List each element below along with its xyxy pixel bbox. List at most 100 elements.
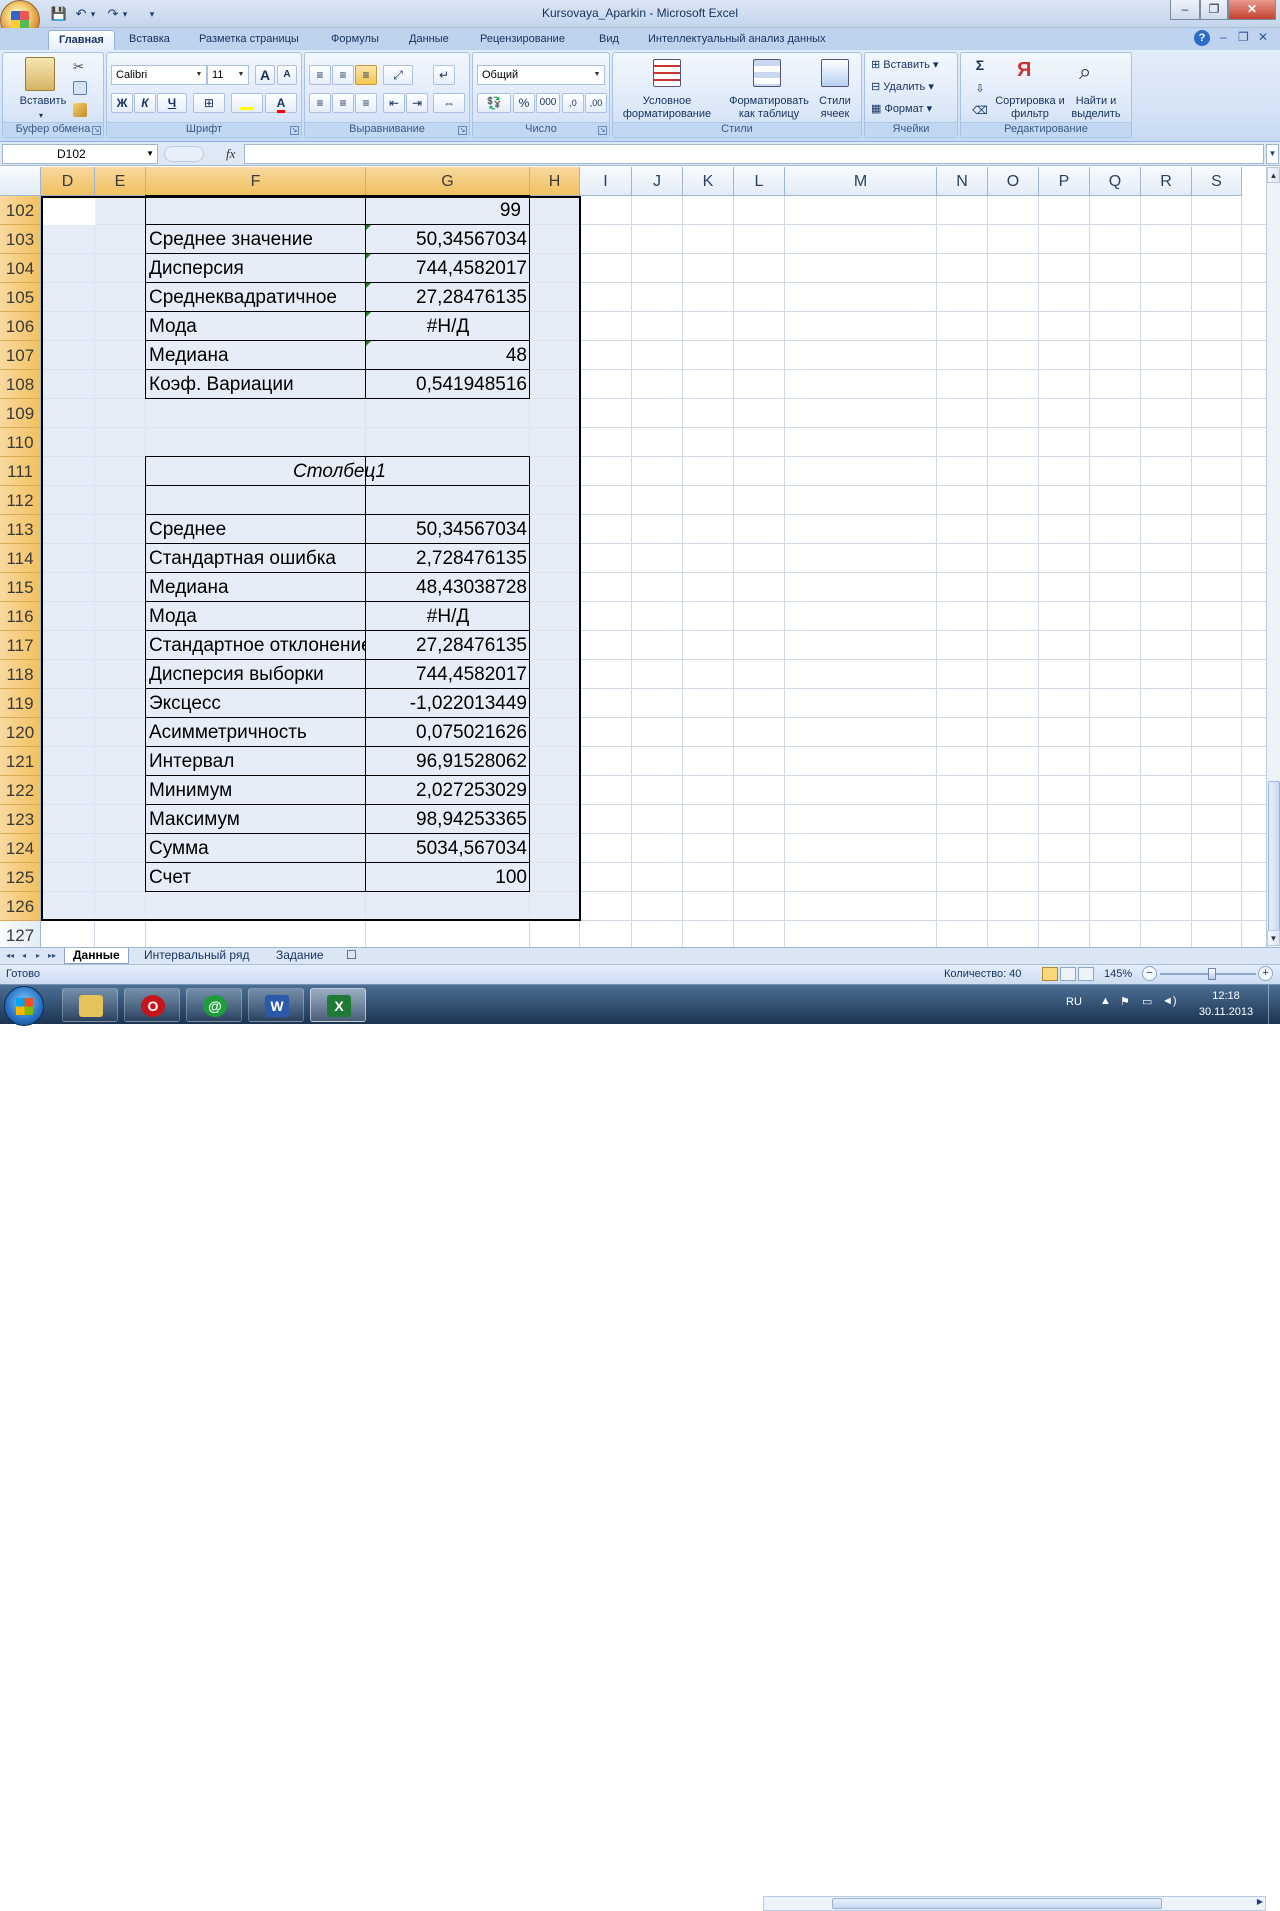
paste-button[interactable]: Вставить: [9, 95, 77, 108]
column-header-s[interactable]: S: [1192, 167, 1242, 196]
zoom-slider-thumb[interactable]: [1208, 968, 1216, 980]
column-header-f[interactable]: F: [146, 167, 366, 196]
horizontal-scrollbar[interactable]: ▶: [763, 1896, 1266, 1911]
clipboard-launcher-icon[interactable]: ↘: [92, 126, 101, 135]
last-sheet-icon[interactable]: ▸▸: [46, 949, 58, 963]
flag-icon[interactable]: ⚑: [1120, 995, 1130, 1008]
row-header-103[interactable]: 103: [0, 225, 41, 254]
tray-arrow-icon[interactable]: ▲: [1100, 995, 1111, 1007]
row-header-123[interactable]: 123: [0, 805, 41, 834]
normal-view-icon[interactable]: [1042, 967, 1058, 981]
tab-formulas[interactable]: Формулы: [320, 30, 390, 50]
column-header-n[interactable]: N: [937, 167, 988, 196]
clear-button[interactable]: ⌫: [967, 105, 993, 118]
page-layout-view-icon[interactable]: [1060, 967, 1076, 981]
format-painter-icon[interactable]: [73, 103, 87, 117]
increase-indent-button[interactable]: ⇥: [406, 93, 428, 113]
clock-date[interactable]: 30.11.2013: [1192, 1006, 1260, 1018]
row-header-116[interactable]: 116: [0, 602, 41, 631]
grow-font-button[interactable]: A: [255, 65, 275, 85]
number-launcher-icon[interactable]: ↘: [598, 126, 607, 135]
insert-sheet-icon[interactable]: ☐: [338, 948, 362, 964]
decrease-decimal-button[interactable]: ,00: [585, 93, 607, 113]
column-header-d[interactable]: D: [41, 167, 95, 196]
column-header-m[interactable]: M: [785, 167, 937, 196]
wrap-text-button[interactable]: ↵: [433, 65, 455, 85]
font-launcher-icon[interactable]: ↘: [290, 126, 299, 135]
word-taskbar-button[interactable]: W: [248, 988, 304, 1022]
expand-formula-bar-button[interactable]: ▼: [1266, 144, 1279, 164]
find-select-button[interactable]: Найти и выделить: [1065, 95, 1127, 121]
column-header-l[interactable]: L: [734, 167, 785, 196]
column-header-h[interactable]: H: [530, 167, 580, 196]
autosum-button[interactable]: Σ: [967, 58, 993, 72]
conditional-formatting-button[interactable]: Условное форматирование: [615, 95, 719, 121]
align-middle-button[interactable]: ≡: [332, 65, 354, 85]
italic-button[interactable]: К: [134, 93, 156, 113]
name-box[interactable]: D102 ▼: [2, 144, 158, 164]
row-header-108[interactable]: 108: [0, 370, 41, 399]
underline-button[interactable]: Ч: [157, 93, 187, 113]
row-header-112[interactable]: 112: [0, 486, 41, 515]
align-center-button[interactable]: ≡: [332, 93, 354, 113]
font-color-button[interactable]: A: [265, 93, 297, 113]
window-close-button[interactable]: ✕: [1228, 0, 1276, 20]
format-as-table-button[interactable]: Форматировать как таблицу: [721, 95, 817, 121]
font-name-select[interactable]: Calibri ▼: [111, 65, 207, 85]
row-header-102[interactable]: 102: [0, 196, 41, 225]
row-header-111[interactable]: 111: [0, 457, 41, 486]
sheet-tab-task[interactable]: Задание: [268, 948, 332, 964]
scroll-down-arrow-icon[interactable]: ▼: [1267, 930, 1280, 946]
volume-icon[interactable]: ◄): [1162, 995, 1177, 1007]
mail-agent-taskbar-button[interactable]: @: [186, 988, 242, 1022]
align-top-button[interactable]: ≡: [309, 65, 331, 85]
tab-view[interactable]: Вид: [588, 30, 630, 50]
delete-cells-button[interactable]: ⊟ Удалить ▾: [871, 81, 955, 94]
customize-qat-button[interactable]: ▾: [146, 5, 158, 23]
ribbon-restore-button[interactable]: ❐: [1238, 30, 1249, 44]
tab-page-layout[interactable]: Разметка страницы: [188, 30, 310, 50]
column-header-p[interactable]: P: [1039, 167, 1090, 196]
tab-review[interactable]: Рецензирование: [469, 30, 576, 50]
fill-color-button[interactable]: [231, 93, 263, 113]
column-header-j[interactable]: J: [632, 167, 683, 196]
row-header-126[interactable]: 126: [0, 892, 41, 921]
alignment-launcher-icon[interactable]: ↘: [458, 126, 467, 135]
column-header-g[interactable]: G: [366, 167, 530, 196]
row-header-121[interactable]: 121: [0, 747, 41, 776]
show-desktop-button[interactable]: [1268, 985, 1280, 1025]
copy-icon[interactable]: [73, 81, 87, 95]
row-header-114[interactable]: 114: [0, 544, 41, 573]
fill-button[interactable]: ⇩: [967, 83, 993, 96]
borders-button[interactable]: ⊞: [193, 93, 225, 113]
row-header-110[interactable]: 110: [0, 428, 41, 457]
column-header-i[interactable]: I: [580, 167, 632, 196]
insert-cells-button[interactable]: ⊞ Вставить ▾: [871, 59, 955, 72]
worksheet-grid[interactable]: DEFGHIJKLMNOPQRS 102 103 104 105 106 107 108 10…: [0, 167, 1266, 947]
bold-button[interactable]: Ж: [111, 93, 133, 113]
row-header-127[interactable]: 127: [0, 921, 41, 947]
ribbon-close-button[interactable]: ✕: [1258, 30, 1268, 44]
ribbon-minimize-button[interactable]: –: [1220, 30, 1227, 44]
help-icon[interactable]: ?: [1194, 30, 1210, 46]
opera-taskbar-button[interactable]: O: [124, 988, 180, 1022]
tab-data[interactable]: Данные: [398, 30, 460, 50]
cell-styles-button[interactable]: Стили ячеек: [811, 95, 859, 121]
language-indicator[interactable]: RU: [1066, 996, 1082, 1008]
network-icon[interactable]: ▭: [1142, 995, 1152, 1008]
column-header-r[interactable]: R: [1141, 167, 1192, 196]
format-cells-button[interactable]: ▦ Формат ▾: [871, 103, 955, 116]
window-minimize-button[interactable]: –: [1170, 0, 1200, 20]
percent-button[interactable]: %: [513, 93, 535, 113]
merge-center-button[interactable]: ⇔: [433, 93, 465, 113]
explorer-taskbar-button[interactable]: [62, 988, 118, 1022]
prev-sheet-icon[interactable]: ◂: [18, 949, 30, 963]
font-size-select[interactable]: 11 ▼: [207, 65, 249, 85]
row-header-122[interactable]: 122: [0, 776, 41, 805]
row-header-109[interactable]: 109: [0, 399, 41, 428]
scroll-up-arrow-icon[interactable]: ▲: [1267, 167, 1280, 183]
window-restore-button[interactable]: ❐: [1200, 0, 1228, 20]
insert-function-button[interactable]: fx: [226, 146, 235, 162]
thousands-button[interactable]: 000: [536, 93, 560, 113]
tab-insert[interactable]: Вставка: [118, 30, 181, 50]
